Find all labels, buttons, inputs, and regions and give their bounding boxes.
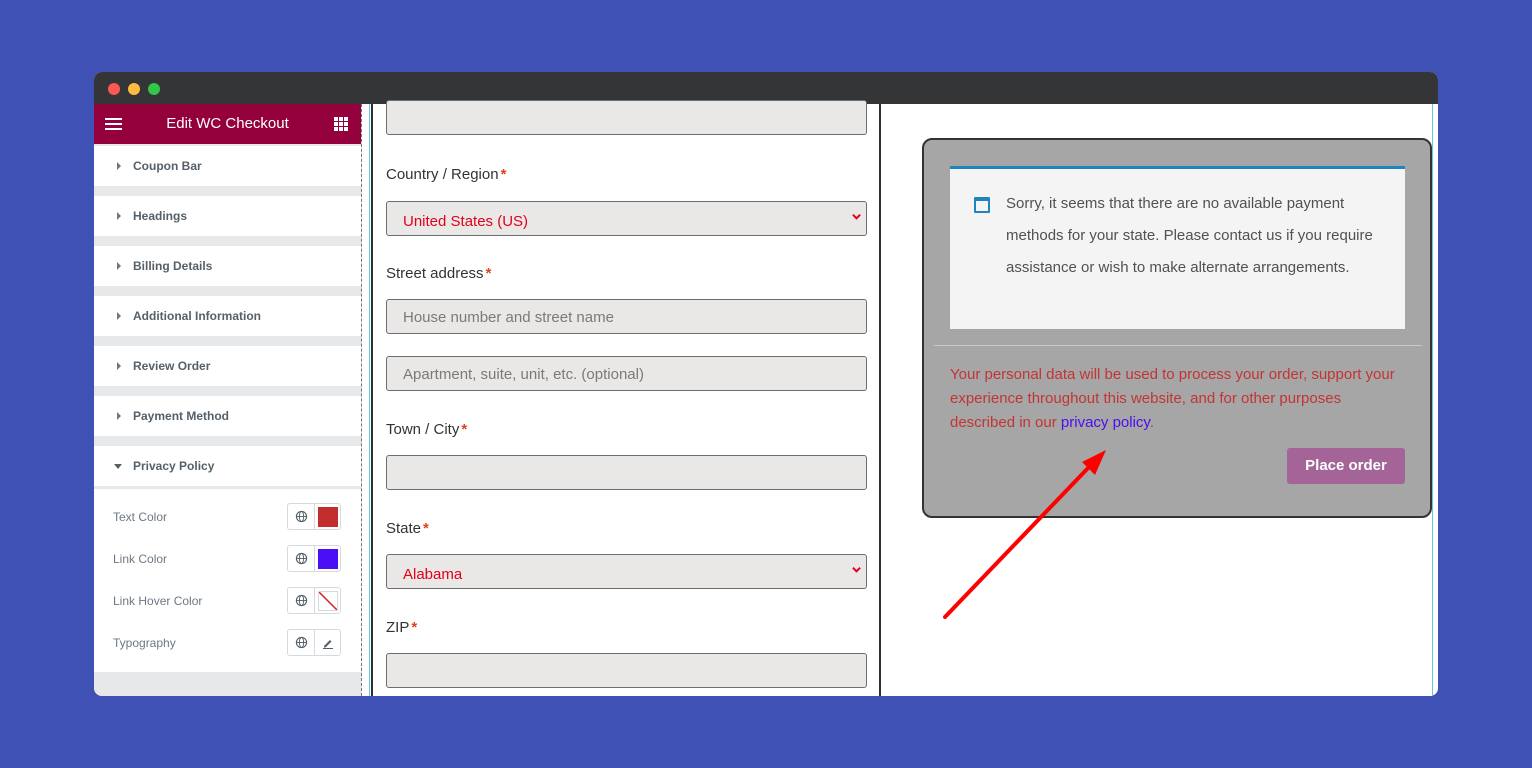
caret-down-icon bbox=[114, 464, 122, 469]
minimize-window-button[interactable] bbox=[128, 83, 140, 95]
required-marker: * bbox=[500, 166, 507, 183]
label-text: Country / Region bbox=[386, 166, 499, 183]
caret-right-icon bbox=[117, 162, 121, 170]
zip-input[interactable] bbox=[386, 653, 867, 688]
street-address-input[interactable]: House number and street name bbox=[386, 299, 867, 334]
link-color-swatch[interactable] bbox=[315, 546, 341, 571]
label-text: State bbox=[386, 520, 422, 537]
globe-icon[interactable] bbox=[288, 504, 315, 529]
section-label: Headings bbox=[133, 209, 188, 223]
section-billing-details[interactable]: Billing Details bbox=[94, 246, 361, 286]
privacy-policy-controls: Text Color Link Color Link Hover Color T… bbox=[94, 488, 361, 672]
text-color-swatch[interactable] bbox=[315, 504, 341, 529]
control-typography: Typography bbox=[94, 628, 361, 658]
divider bbox=[934, 345, 1422, 346]
country-label: Country / Region * bbox=[386, 166, 506, 183]
caret-right-icon bbox=[117, 312, 121, 320]
globe-icon[interactable] bbox=[288, 630, 315, 655]
section-additional-information[interactable]: Additional Information bbox=[94, 296, 361, 336]
privacy-policy-text: Your personal data will be used to proce… bbox=[950, 363, 1410, 435]
control-link-hover-color: Link Hover Color bbox=[94, 586, 361, 616]
payment-notice: Sorry, it seems that there are no availa… bbox=[950, 166, 1405, 329]
previous-field-input[interactable] bbox=[386, 100, 867, 135]
control-link-color: Link Color bbox=[94, 544, 361, 574]
section-label: Review Order bbox=[133, 359, 211, 373]
label-text: Town / City bbox=[386, 421, 460, 438]
app-window: Edit WC Checkout Coupon Bar Headings Bil… bbox=[94, 72, 1438, 696]
section-label: Billing Details bbox=[133, 259, 213, 273]
control-label: Link Color bbox=[113, 552, 168, 566]
chevron-down-icon bbox=[852, 213, 861, 220]
editor-panel: Edit WC Checkout Coupon Bar Headings Bil… bbox=[94, 104, 362, 696]
country-select[interactable]: United States (US) bbox=[386, 201, 867, 236]
label-text: ZIP bbox=[386, 619, 410, 636]
section-label: Payment Method bbox=[133, 409, 230, 423]
section-payment-method[interactable]: Payment Method bbox=[94, 396, 361, 436]
notice-text: Sorry, it seems that there are no availa… bbox=[1006, 195, 1373, 276]
state-value: Alabama bbox=[403, 566, 463, 583]
order-review-box: Sorry, it seems that there are no availa… bbox=[922, 138, 1432, 518]
column-edge bbox=[1432, 104, 1433, 696]
apartment-input[interactable]: Apartment, suite, unit, etc. (optional) bbox=[386, 356, 867, 391]
globe-icon[interactable] bbox=[288, 546, 315, 571]
section-label: Privacy Policy bbox=[133, 459, 215, 473]
country-value: United States (US) bbox=[403, 213, 529, 230]
zip-label: ZIP * bbox=[386, 619, 417, 636]
preview-canvas: Country / Region * United States (US) Str… bbox=[362, 100, 1438, 696]
privacy-text: Your personal data will be used to proce… bbox=[950, 366, 1395, 431]
town-city-input[interactable] bbox=[386, 455, 867, 490]
placeholder-text: House number and street name bbox=[403, 309, 614, 326]
section-privacy-policy[interactable]: Privacy Policy bbox=[94, 446, 361, 486]
control-label: Typography bbox=[113, 636, 176, 650]
pencil-icon[interactable] bbox=[315, 630, 341, 655]
state-select[interactable]: Alabama bbox=[386, 554, 867, 589]
control-label: Link Hover Color bbox=[113, 594, 203, 608]
panel-title: Edit WC Checkout bbox=[166, 115, 289, 132]
placeholder-text: Apartment, suite, unit, etc. (optional) bbox=[403, 366, 644, 383]
street-address-label: Street address * bbox=[386, 265, 491, 282]
section-label: Additional Information bbox=[133, 309, 261, 323]
privacy-policy-link[interactable]: privacy policy bbox=[1061, 414, 1150, 431]
billing-form: Country / Region * United States (US) Str… bbox=[369, 100, 881, 696]
place-order-button[interactable]: Place order bbox=[1287, 448, 1405, 484]
grid-icon[interactable] bbox=[334, 117, 348, 131]
chevron-down-icon bbox=[852, 566, 861, 573]
section-coupon-bar[interactable]: Coupon Bar bbox=[94, 146, 361, 186]
window-info-icon bbox=[974, 197, 990, 213]
required-marker: * bbox=[461, 421, 468, 438]
section-label: Coupon Bar bbox=[133, 159, 202, 173]
control-label: Text Color bbox=[113, 510, 168, 524]
state-label: State * bbox=[386, 520, 429, 537]
required-marker: * bbox=[423, 520, 429, 537]
town-city-label: Town / City * bbox=[386, 421, 467, 438]
caret-right-icon bbox=[117, 362, 121, 370]
privacy-text-end: . bbox=[1149, 414, 1154, 431]
required-marker: * bbox=[485, 265, 492, 282]
label-text: Street address bbox=[386, 265, 484, 282]
globe-icon[interactable] bbox=[288, 588, 315, 613]
caret-right-icon bbox=[117, 212, 121, 220]
close-window-button[interactable] bbox=[108, 83, 120, 95]
required-marker: * bbox=[411, 619, 418, 636]
panel-header: Edit WC Checkout bbox=[94, 104, 361, 144]
link-hover-color-swatch[interactable] bbox=[315, 588, 341, 613]
caret-right-icon bbox=[117, 412, 121, 420]
section-review-order[interactable]: Review Order bbox=[94, 346, 361, 386]
caret-right-icon bbox=[117, 262, 121, 270]
maximize-window-button[interactable] bbox=[148, 83, 160, 95]
control-text-color: Text Color bbox=[94, 502, 361, 532]
section-headings[interactable]: Headings bbox=[94, 196, 361, 236]
